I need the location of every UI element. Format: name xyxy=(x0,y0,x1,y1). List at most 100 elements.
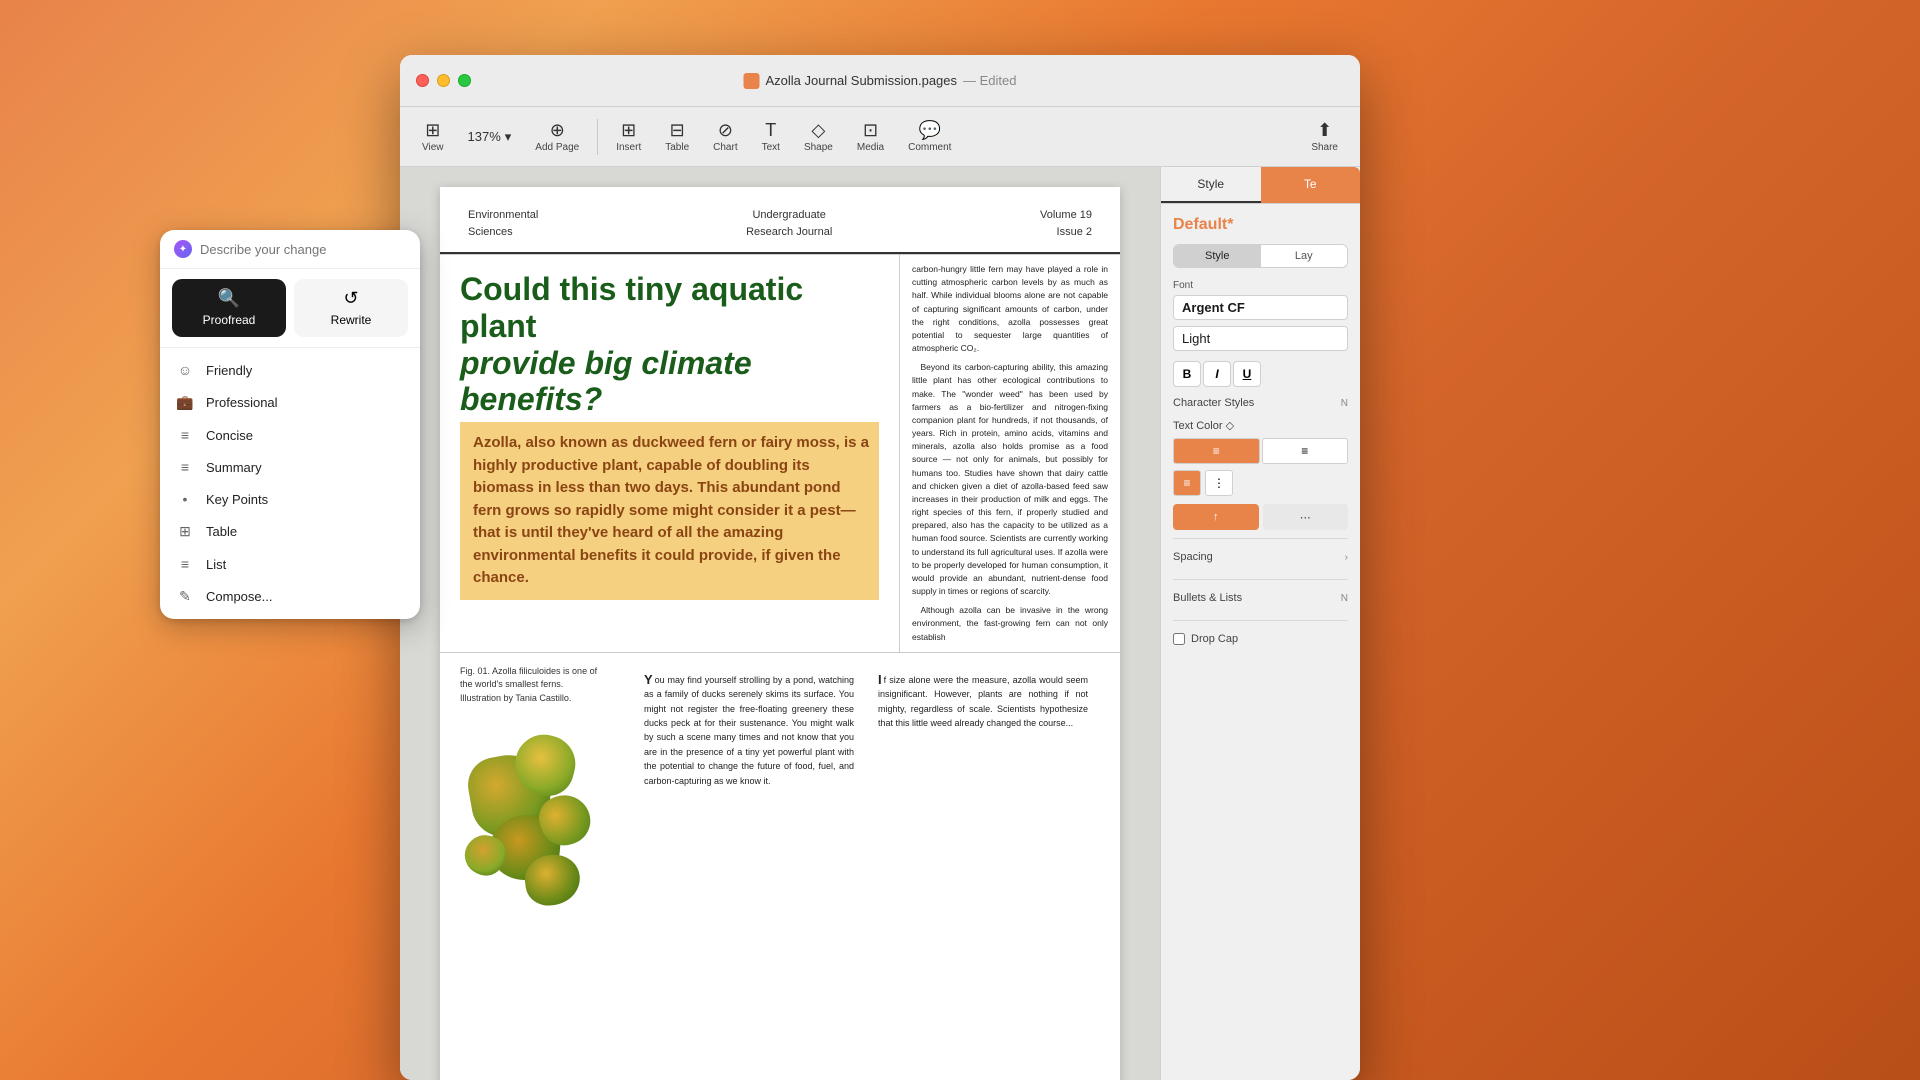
professional-item[interactable]: 💼 Professional xyxy=(160,386,420,419)
table-menu-icon: ⊞ xyxy=(176,523,194,540)
journal-left-line1: Environmental xyxy=(468,207,538,224)
titlebar: Azolla Journal Submission.pages — Edited xyxy=(400,55,1360,107)
underline-button[interactable]: U xyxy=(1233,361,1261,387)
layout-subtab[interactable]: Lay xyxy=(1261,245,1348,267)
char-styles-row: Character Styles N xyxy=(1173,397,1348,409)
bold-button[interactable]: B xyxy=(1173,361,1201,387)
page-content[interactable]: Environmental Sciences Undergraduate Res… xyxy=(400,167,1160,1080)
chart-button[interactable]: ⊘ Chart xyxy=(703,117,747,157)
journal-center-line1: Undergraduate xyxy=(746,207,832,224)
spacing-row[interactable]: Spacing › xyxy=(1173,547,1348,567)
list-label: List xyxy=(206,557,226,572)
bullets-row[interactable]: Bullets & Lists N xyxy=(1173,588,1348,608)
indent-button[interactable]: ≡ xyxy=(1173,470,1201,496)
view-button[interactable]: ⊞ View xyxy=(412,117,454,157)
right-panel: Style Te Default* Style Lay Font Argent … xyxy=(1160,167,1360,1080)
default-style: Default* xyxy=(1173,216,1348,234)
spacing-label: Spacing xyxy=(1173,551,1213,563)
panel-tabs: Style Te xyxy=(1161,167,1360,204)
maximize-button[interactable] xyxy=(458,74,471,87)
toolbar-separator xyxy=(597,119,598,155)
file-icon xyxy=(744,73,760,89)
drop-cap-row[interactable]: Drop Cap xyxy=(1173,633,1348,645)
add-page-icon: ⊕ xyxy=(550,121,565,139)
article-main: Could this tiny aquatic plant provide bi… xyxy=(440,255,900,652)
figure-caption: Fig. 01. Azolla filiculoides is one of t… xyxy=(460,665,600,706)
font-name-value[interactable]: Argent CF xyxy=(1173,295,1348,320)
rewrite-button[interactable]: ↺ Rewrite xyxy=(294,279,408,337)
bullets-value: N xyxy=(1341,593,1348,604)
ai-icon: ✦ xyxy=(174,240,192,258)
summary-item[interactable]: ≡ Summary xyxy=(160,451,420,483)
body-col1-text: You may find yourself strolling by a pon… xyxy=(644,673,854,788)
drop-cap-section: Drop Cap xyxy=(1173,620,1348,645)
summary-icon: ≡ xyxy=(176,459,194,475)
char-styles-chevron-icon: N xyxy=(1341,398,1348,409)
article-title-line1: Could this tiny aquatic plant xyxy=(460,271,803,344)
professional-icon: 💼 xyxy=(176,394,194,411)
char-styles-label: Character Styles xyxy=(1173,397,1254,409)
journal-section-center: Undergraduate Research Journal xyxy=(746,207,832,240)
article-title-line2: provide big climate benefits? xyxy=(460,345,752,418)
window-title: Azolla Journal Submission.pages — Edited xyxy=(744,73,1017,89)
share-icon: ⬆ xyxy=(1317,121,1332,139)
body-col-2: If size alone were the measure, azolla w… xyxy=(866,665,1100,904)
text-color-label[interactable]: Text Color ◇ xyxy=(1173,419,1348,432)
ai-search-bar: ✦ xyxy=(160,230,420,269)
key-points-item[interactable]: • Key Points xyxy=(160,483,420,515)
compose-item[interactable]: ✎ Compose... xyxy=(160,580,420,613)
table-button[interactable]: ⊟ Table xyxy=(655,117,699,157)
font-style-value[interactable]: Light xyxy=(1173,326,1348,351)
rewrite-icon: ↺ xyxy=(343,289,358,307)
text-tab[interactable]: Te xyxy=(1261,167,1361,203)
proofread-icon: 🔍 xyxy=(218,289,240,307)
list-item[interactable]: ≡ List xyxy=(160,548,420,580)
concise-label: Concise xyxy=(206,428,253,443)
journal-section-right: Volume 19 Issue 2 xyxy=(1040,207,1092,240)
shape-button[interactable]: ◇ Shape xyxy=(794,117,843,157)
drop-cap-checkbox[interactable] xyxy=(1173,633,1185,645)
proofread-label: Proofread xyxy=(203,313,256,327)
table-icon: ⊟ xyxy=(670,121,685,139)
journal-center-line2: Research Journal xyxy=(746,224,832,241)
close-button[interactable] xyxy=(416,74,429,87)
insert-button[interactable]: ⊞ Insert xyxy=(606,117,651,157)
zoom-control[interactable]: 137% ▾ xyxy=(458,125,522,149)
italic-button[interactable]: I xyxy=(1203,361,1231,387)
friendly-label: Friendly xyxy=(206,363,252,378)
ai-search-input[interactable] xyxy=(200,242,406,257)
bullets-section: Bullets & Lists N xyxy=(1173,579,1348,608)
media-button[interactable]: ⊡ Media xyxy=(847,117,894,157)
style-tab[interactable]: Style xyxy=(1161,167,1261,203)
friendly-item[interactable]: ☺ Friendly xyxy=(160,354,420,386)
default-label: Default xyxy=(1173,216,1227,233)
ai-actions: 🔍 Proofread ↺ Rewrite xyxy=(160,269,420,348)
action-button-1[interactable]: ↑ xyxy=(1173,504,1259,530)
style-subtab[interactable]: Style xyxy=(1174,245,1261,267)
zoom-level: 137% xyxy=(468,129,501,144)
journal-right-line1: Volume 19 xyxy=(1040,207,1092,224)
file-name: Azolla Journal Submission.pages xyxy=(766,73,958,88)
proofread-button[interactable]: 🔍 Proofread xyxy=(172,279,286,337)
action-row: ↑ ⋯ xyxy=(1173,504,1348,530)
table-item[interactable]: ⊞ Table xyxy=(160,515,420,548)
add-page-button[interactable]: ⊕ Add Page xyxy=(525,117,589,157)
professional-label: Professional xyxy=(206,395,278,410)
journal-left-line2: Sciences xyxy=(468,224,538,241)
key-points-label: Key Points xyxy=(206,492,268,507)
zoom-chevron-icon: ▾ xyxy=(505,129,512,145)
text-button[interactable]: T Text xyxy=(752,117,790,157)
align-left-button[interactable]: ≡ xyxy=(1173,438,1260,464)
share-button[interactable]: ⬆ Share xyxy=(1301,117,1348,157)
action-button-2[interactable]: ⋯ xyxy=(1263,504,1349,530)
highlighted-paragraph: Azolla, also known as duckweed fern or f… xyxy=(460,422,879,600)
concise-item[interactable]: ≡ Concise xyxy=(160,419,420,451)
app-window: Azolla Journal Submission.pages — Edited… xyxy=(400,55,1360,1080)
figure-image xyxy=(460,715,600,915)
bullet-button[interactable]: ⋮ xyxy=(1205,470,1233,496)
bullets-label: Bullets & Lists xyxy=(1173,592,1242,604)
minimize-button[interactable] xyxy=(437,74,450,87)
comment-button[interactable]: 💬 Comment xyxy=(898,117,961,157)
align-right-button[interactable]: ≡ xyxy=(1262,438,1349,464)
body-columns: You may find yourself strolling by a pon… xyxy=(632,665,1100,916)
